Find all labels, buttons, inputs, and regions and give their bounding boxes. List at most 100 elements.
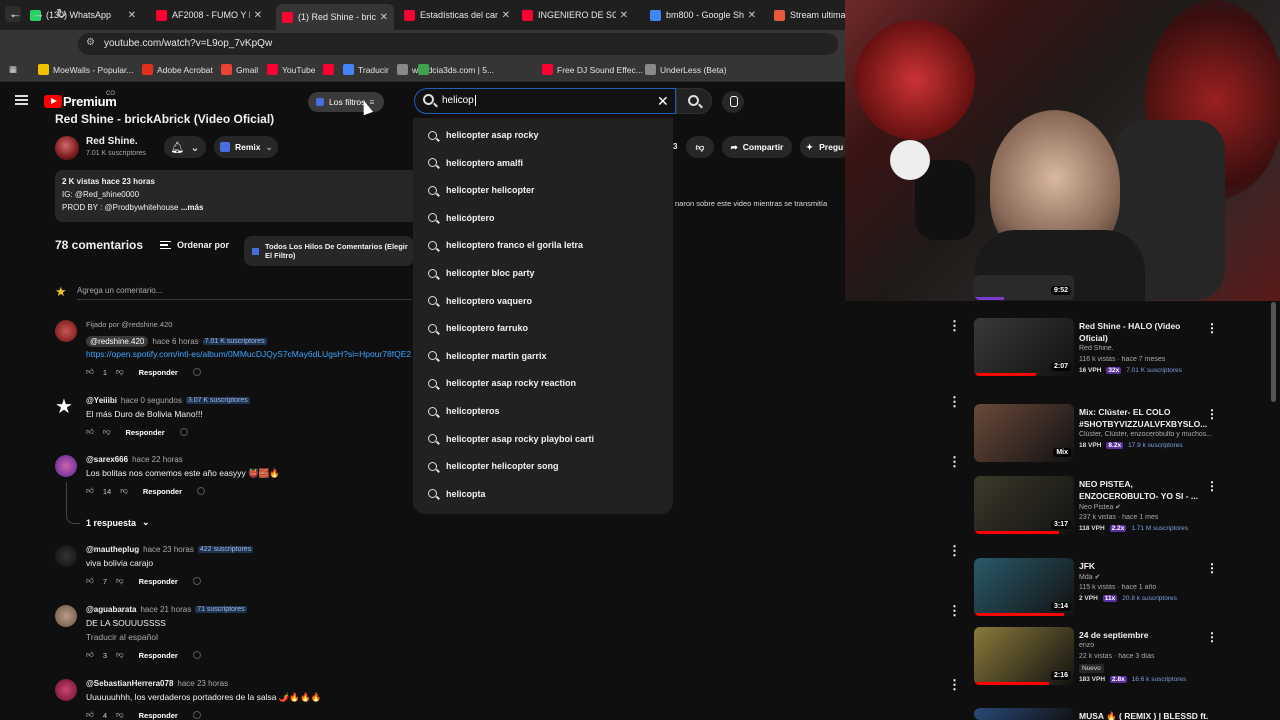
recommended-video-title[interactable]: Red Shine - HALO (Video Oficial) [1079,320,1209,344]
browser-tab[interactable]: (1) Red Shine - brickA ✕ [276,4,394,30]
search-suggestion[interactable]: helicopter bloc party [428,268,535,278]
reply-button[interactable]: Responder [139,651,178,660]
thumbs-up-icon[interactable]: 👍︎ [86,650,94,660]
search-suggestion[interactable]: helicoptero farruko [428,323,528,333]
reply-button[interactable]: Responder [125,428,164,437]
thumbs-up-icon[interactable]: 👍︎ [86,710,94,720]
show-more-link[interactable]: ...más [181,203,204,212]
comment-author[interactable]: @Yeiiibi [86,396,117,405]
view-replies-button[interactable]: 1 respuesta ⌄ [86,517,150,528]
tab-close-icon[interactable]: ✕ [620,10,628,21]
more-options-icon[interactable]: ⋮ [948,454,961,470]
tab-close-icon[interactable]: ✕ [380,12,388,23]
video-thumbnail[interactable] [974,708,1074,720]
search-suggestion[interactable]: helicoptero vaquero [428,296,532,306]
add-comment-input[interactable]: Agrega un comentario... [77,286,162,295]
search-suggestion[interactable]: helicopter martin garrix [428,351,547,361]
video-thumbnail[interactable]: 9:52 [974,275,1074,300]
bookmark-item[interactable] [418,64,433,75]
recommended-channel[interactable]: Mda ✔ [1079,573,1217,581]
share-button[interactable]: ➦ Compartir [722,136,792,158]
channel-name[interactable]: Red Shine. [86,136,138,147]
dislike-button[interactable]: 👎︎ [686,136,714,158]
browser-tab[interactable]: Estadísticas del canal ✕ [398,4,516,26]
bookmark-item[interactable]: Traducir [343,64,389,75]
youtube-logo-icon[interactable] [44,95,62,108]
comment-author[interactable]: @aguabarata [86,605,136,614]
back-arrow-icon[interactable]: ← [9,6,22,21]
comment-author[interactable]: @sarex666 [86,455,128,464]
bookmark-item[interactable]: Gmail [221,64,258,75]
tab-close-icon[interactable]: ✕ [502,10,510,21]
sidebar-scrollbar[interactable] [1271,302,1276,402]
recommended-channel[interactable]: enzo [1079,642,1217,649]
browser-tab[interactable]: bm800 - Google Sho ✕ [644,4,762,26]
search-suggestion[interactable]: helicopter helicopter song [428,461,559,471]
bookmark-item[interactable]: Adobe Acrobat [142,64,213,75]
video-thumbnail[interactable]: 2:16 [974,627,1074,685]
bookmark-item[interactable]: UnderLess (Beta) [645,64,727,75]
commenter-avatar[interactable] [55,455,77,477]
search-button[interactable] [676,88,712,114]
sort-comments-button[interactable]: Ordenar por [160,240,229,250]
bookmark-item[interactable]: Free DJ Sound Effec... [542,64,643,75]
clear-search-icon[interactable]: ✕ [657,93,669,110]
reply-button[interactable]: Responder [139,368,178,377]
thumbs-down-icon[interactable]: 👎︎ [116,650,124,660]
translate-link[interactable]: Traducir al español [86,632,158,642]
more-options-icon[interactable]: ⋮ [948,318,961,334]
tab-close-icon[interactable]: ✕ [254,10,262,21]
site-settings-icon[interactable]: ⚙ [86,37,95,48]
ask-button[interactable]: ✦ Pregu [800,136,850,158]
extension-dot-icon[interactable] [179,428,188,436]
remix-button[interactable]: Remix ⌄ [214,136,278,158]
reply-button[interactable]: Responder [143,487,182,496]
thumbs-up-icon[interactable]: 👍︎ [86,486,94,496]
voice-search-mic-icon[interactable] [722,91,744,113]
recommended-channel[interactable]: Clúster, Clúster, enzocerobulto y muchos… [1079,431,1217,438]
commenter-avatar[interactable] [55,545,77,567]
video-thumbnail[interactable]: 2:07 [974,318,1074,376]
search-suggestion[interactable]: helicopteros [428,406,500,416]
more-options-icon[interactable]: ⋮ [948,677,961,693]
recommended-video-title[interactable]: MUSA 🔥 ( REMIX ) | BLESSD ft. [1079,710,1209,720]
more-options-icon[interactable]: ⋮ [1206,561,1218,575]
tab-close-icon[interactable]: ✕ [128,10,136,21]
video-thumbnail[interactable]: 3:17 [974,476,1074,534]
extension-dot-icon[interactable] [192,577,201,585]
search-suggestion[interactable]: helicopta [428,489,486,499]
search-suggestion[interactable]: helicopter asap rocky [428,130,539,140]
recommended-video-title[interactable]: JFK [1079,560,1209,572]
video-thumbnail[interactable]: Mix [974,404,1074,462]
thumbs-down-icon[interactable]: 👎︎ [116,710,124,720]
comment-filter-button[interactable]: Todos Los Hilos De Comentarios (Elegir E… [244,236,414,266]
forward-arrow-icon[interactable]: → [32,6,45,21]
extension-dot-icon[interactable] [192,711,201,719]
reload-icon[interactable]: ↻ [56,6,67,22]
filters-extension-button[interactable]: Los filtros ≡ [308,92,384,112]
comment-author[interactable]: @SebastianHerrera078 [86,679,173,688]
browser-tab[interactable]: AF2008 - FUMO Y DE ✕ [150,4,268,26]
more-options-icon[interactable]: ⋮ [1206,479,1218,493]
comment-link[interactable]: https://open.spotify.com/intl-es/album/0… [86,349,411,359]
bookmark-item[interactable] [323,64,338,75]
reply-button[interactable]: Responder [139,711,178,720]
thumbs-up-icon[interactable]: 👍︎ [86,427,94,437]
extension-dot-icon[interactable] [197,487,205,495]
more-options-icon[interactable]: ⋮ [1206,407,1218,421]
extension-dot-icon[interactable] [192,368,201,376]
recommended-video-title[interactable]: 24 de septiembre [1079,629,1209,641]
menu-hamburger-icon[interactable] [15,95,28,105]
bookmark-item[interactable]: YouTube [267,64,315,75]
search-suggestion[interactable]: helicoptero franco el gorila letra [428,240,583,250]
search-suggestion[interactable]: helicopter asap rocky reaction [428,378,576,388]
video-thumbnail[interactable]: 3:14 [974,558,1074,616]
recommended-channel[interactable]: Neo Pistea ✔ [1079,503,1217,511]
recommended-channel[interactable]: Red Shine. [1079,345,1217,352]
comment-author[interactable]: @redshine.420 [86,336,149,347]
comment-author[interactable]: @mautheplug [86,545,139,554]
search-suggestion[interactable]: helicopter helicopter [428,185,535,195]
recommended-video-title[interactable]: Mix: Clúster- EL COLO #SHOTBYVIZZUALVFXB… [1079,406,1209,430]
thumbs-down-icon[interactable]: 👎︎ [116,576,124,586]
tab-close-icon[interactable]: ✕ [748,10,756,21]
